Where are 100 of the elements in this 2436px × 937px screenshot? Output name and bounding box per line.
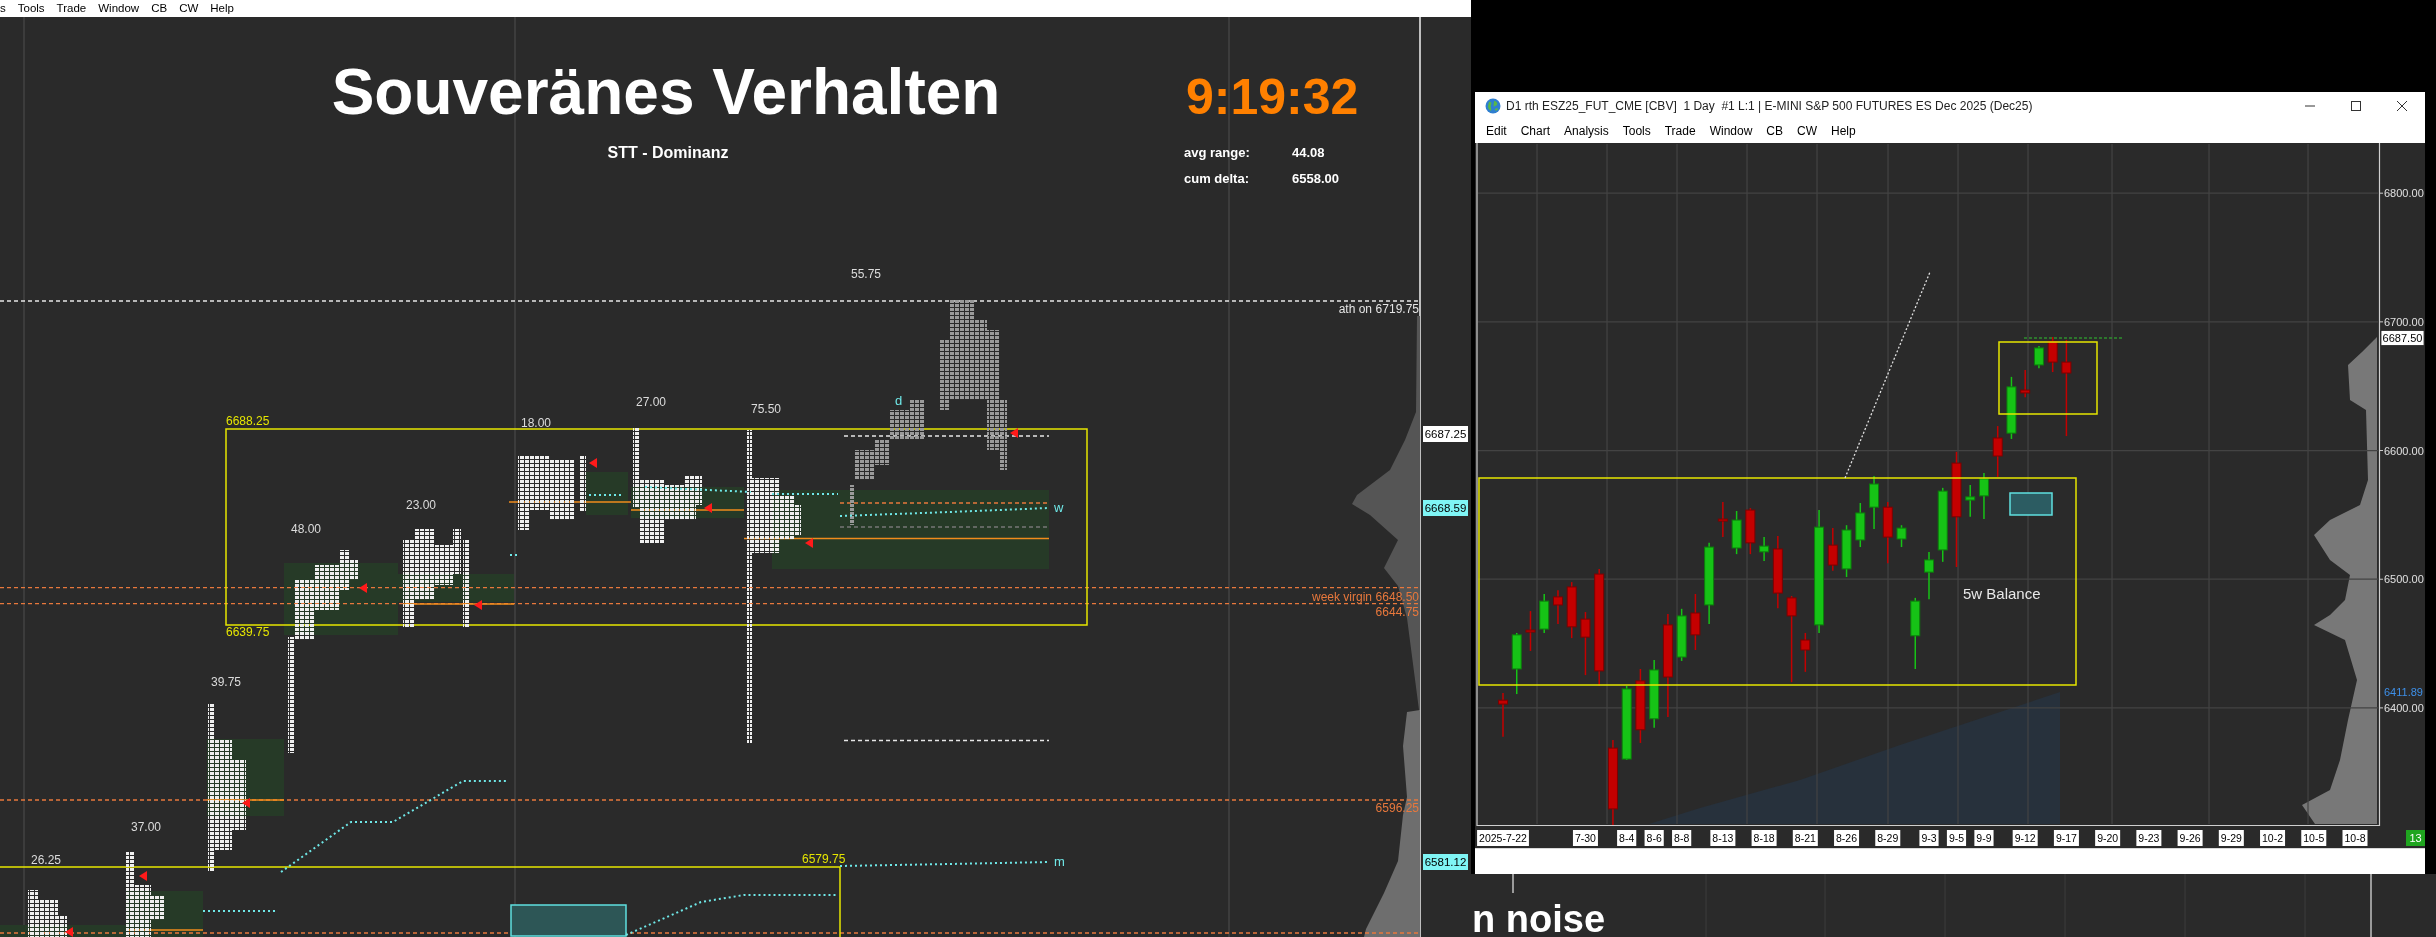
candle [1580, 611, 1591, 676]
level-price: 6644.75 [1375, 605, 1419, 619]
candle [1525, 610, 1536, 652]
candle [1539, 593, 1550, 634]
menu-item[interactable]: Analysis [1557, 120, 1616, 143]
triangle-marker-icon [474, 600, 482, 610]
menu-item[interactable]: Window [92, 0, 146, 17]
bar-count-badge: 13 [2406, 830, 2425, 846]
window-title: D1 rth ESZ25_FUT_CME [CBV] 1 Day #1 L:1 | E-MINI S&P 500 FUTURES ES Dec 2025 (Dec25) [1506, 99, 2034, 113]
vwap-line [771, 493, 839, 495]
candle [2047, 336, 2058, 373]
triangle-marker-icon [139, 871, 147, 881]
menu-item[interactable]: Tools [1615, 120, 1658, 143]
price-axis-label: 6500.00 [2379, 573, 2424, 586]
menu-item[interactable]: Trade [50, 0, 93, 17]
level-label: ath on [1338, 302, 1372, 316]
candle [1745, 507, 1756, 555]
menu-item[interactable]: Window [1702, 120, 1760, 143]
date-label: 8-29 [1875, 830, 1901, 846]
background-text: n noise [1472, 898, 1606, 937]
menu-item[interactable]: CB [145, 0, 174, 17]
menu-item[interactable]: Help [1824, 120, 1863, 143]
chart-title: Souveränes Verhalten [331, 56, 1001, 128]
date-label: 10-8 [2342, 830, 2368, 846]
range-label: 23.00 [406, 498, 437, 512]
triangle-marker-icon [704, 503, 712, 513]
price-axis-label: 6400.00 [2379, 701, 2424, 714]
menu-item[interactable]: CB [1759, 120, 1790, 143]
candle [1882, 501, 1893, 564]
price-axis-label: 6581.12 [1423, 854, 1468, 870]
stat-value: 6558.00 [1292, 171, 1339, 186]
candle [1566, 581, 1577, 639]
date-label: 8-8 [1672, 830, 1692, 846]
menu-item[interactable]: Edit [1479, 120, 1514, 143]
candle [1676, 608, 1687, 662]
candle [1855, 502, 1866, 548]
level-label: week virgin [1311, 590, 1372, 604]
date-label: 9-3 [1919, 830, 1939, 846]
price-label: 6579.75 [802, 852, 846, 866]
date-label: 8-13 [1710, 830, 1736, 846]
date-label: 9-23 [2136, 830, 2162, 846]
range-label: 18.00 [521, 416, 552, 430]
vwap-label: w [1054, 500, 1064, 515]
date-label: 8-18 [1751, 830, 1777, 846]
menu-item[interactable]: CW [1790, 120, 1824, 143]
triangle-marker-icon [589, 458, 597, 468]
candle [1759, 536, 1770, 562]
tpo-profile-drawing [28, 890, 67, 937]
triangle-marker-icon [65, 927, 73, 937]
globe-icon [1485, 98, 1501, 114]
price-axis-label: 6411.89 [2384, 686, 2423, 698]
date-label: 9-9 [1974, 830, 1994, 846]
price-label: 6639.75 [226, 625, 270, 639]
highlight-box [2009, 492, 2053, 516]
stat-value: 44.08 [1292, 145, 1325, 160]
menu-item[interactable]: Trade [1657, 120, 1703, 143]
menu-item[interactable]: CW [173, 0, 205, 17]
price-axis-label: 6687.50 [2380, 330, 2425, 346]
candle [2006, 376, 2017, 440]
maximize-icon [2351, 101, 2361, 111]
range-label: 55.75 [851, 267, 882, 281]
date-label: 9-12 [2012, 830, 2038, 846]
date-label: 10-2 [2260, 830, 2286, 846]
axis-line [2370, 874, 2372, 937]
candle [1800, 632, 1811, 673]
candle [1717, 501, 1728, 538]
level-price: 6648.50 [1375, 590, 1419, 604]
triangle-marker-icon [805, 538, 813, 548]
candle [1731, 510, 1742, 555]
level-price: 6596.25 [1375, 801, 1419, 815]
range-label: 27.00 [636, 395, 667, 409]
date-label: 10-5 [2301, 830, 2327, 846]
triangle-marker-icon [359, 583, 367, 593]
menu-item[interactable]: Help [204, 0, 240, 17]
axis-line [1512, 874, 1514, 894]
candle [1649, 659, 1660, 729]
price-axis-label: 6600.00 [2379, 444, 2424, 457]
close-icon [2397, 101, 2407, 111]
stat-label: avg range: [1184, 145, 1250, 160]
price-axis-label: 6687.25 [1423, 426, 1468, 442]
candle [1498, 692, 1508, 738]
candle [1992, 425, 2003, 478]
range-label: 39.75 [211, 675, 242, 689]
candle [1827, 527, 1838, 572]
menu-item[interactable]: Tools [11, 0, 51, 17]
menu-item[interactable]: Chart [1513, 120, 1558, 143]
price-axis-label: 6800.00 [2379, 187, 2424, 200]
date-label: 9-20 [2095, 830, 2121, 846]
level-price: 6719.75 [1375, 302, 1419, 316]
price-axis-label: 6700.00 [2379, 315, 2424, 328]
date-label: 7-30 [1572, 830, 1598, 846]
candle [2020, 369, 2031, 398]
candle [1552, 589, 1563, 625]
range-label: 48.00 [291, 522, 322, 536]
clock-time: 9:19:32 [1186, 69, 1359, 125]
date-label: 8-4 [1617, 830, 1637, 846]
price-label: 6688.25 [226, 414, 270, 428]
candle [1841, 524, 1852, 578]
chart-subtitle: STT - Dominanz [607, 144, 729, 161]
menu-item[interactable]: s [0, 0, 12, 17]
